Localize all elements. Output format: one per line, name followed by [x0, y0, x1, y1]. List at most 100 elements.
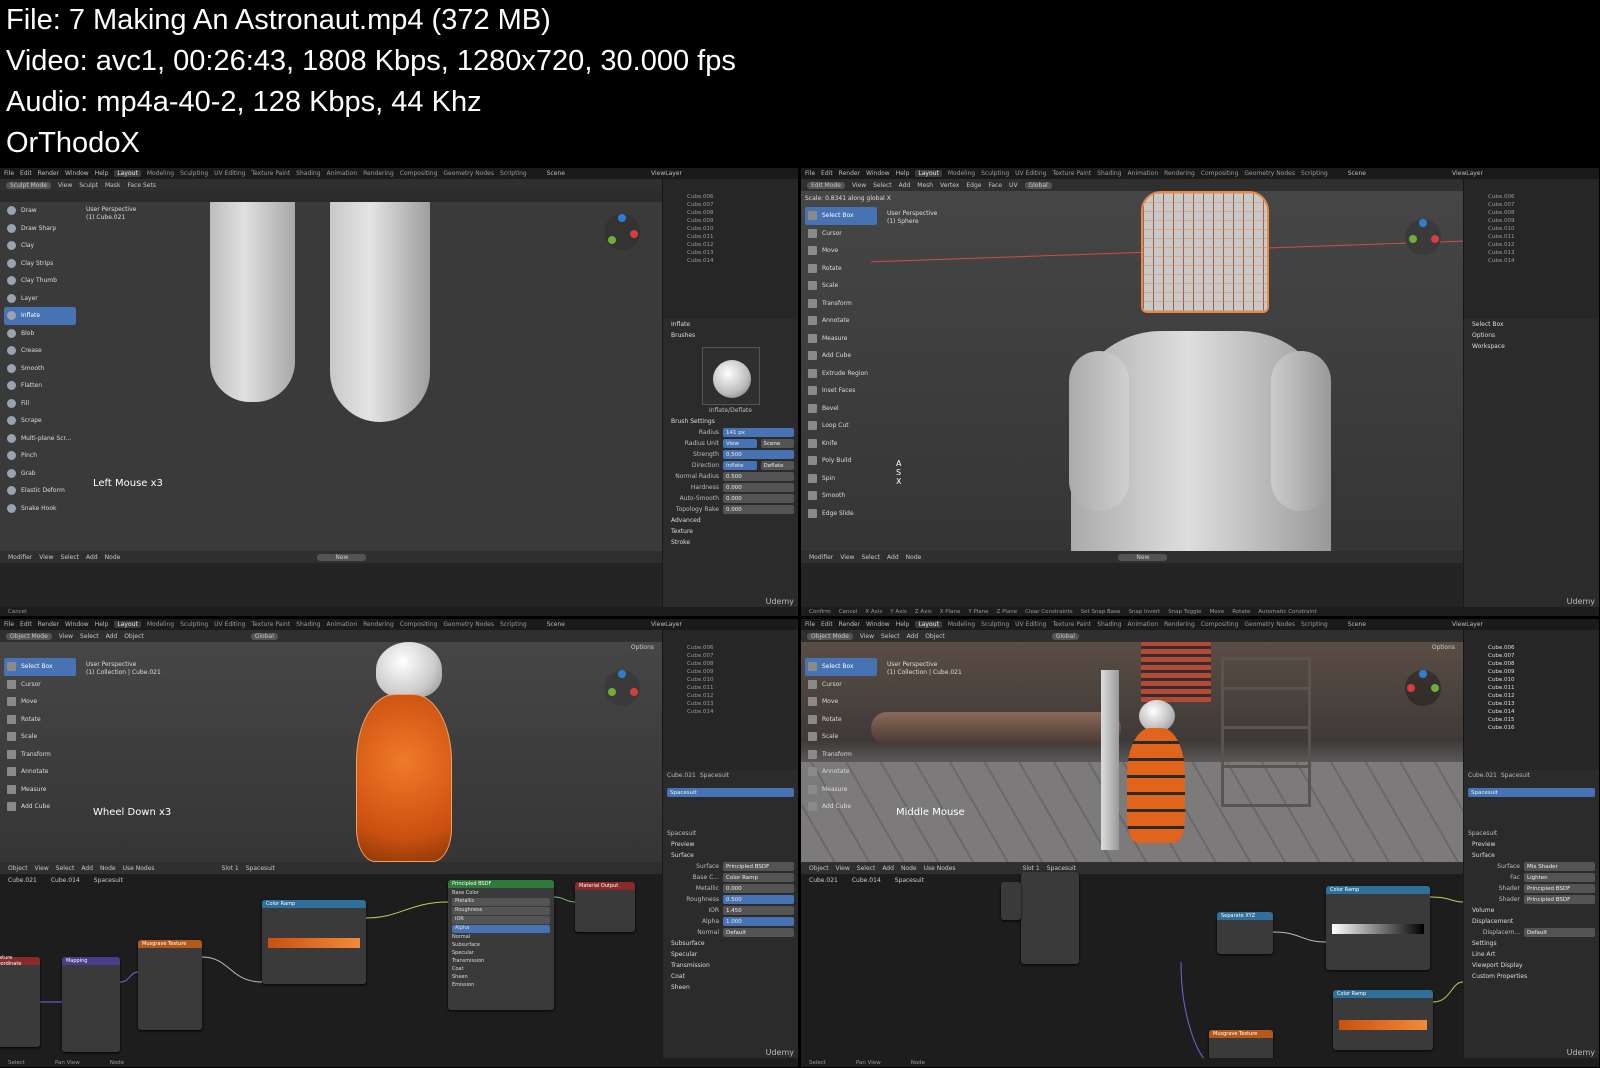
outliner-item[interactable]: Cube.010 [663, 225, 798, 233]
viewlayer-select[interactable]: ViewLayer [1452, 621, 1483, 628]
tool-annotate[interactable]: Annotate [4, 763, 76, 781]
bh-add[interactable]: Add [86, 554, 98, 561]
brush-settings-section[interactable]: Brush Settings [663, 416, 798, 427]
tool-annotate[interactable]: Annotate [805, 312, 877, 330]
workspace-tab[interactable]: Compositing [400, 621, 438, 628]
section-header[interactable]: Transmission [663, 960, 798, 971]
outliner-item[interactable]: Cube.008 [663, 209, 798, 217]
scene-select[interactable]: Scene [547, 170, 565, 177]
transform-orientation[interactable]: Global [1051, 632, 1079, 640]
material-name[interactable]: Spacesuit [667, 830, 696, 837]
tool-blob[interactable]: Blob [4, 325, 76, 343]
outliner-item[interactable]: Cube.008 [1464, 660, 1599, 668]
workspace-tab[interactable]: UV Editing [214, 170, 245, 177]
node-editor[interactable]: Object View Select Add Node Use Nodes Sl… [801, 862, 1463, 1067]
tool-fill[interactable]: Fill [4, 395, 76, 413]
hdr-mask[interactable]: Mask [105, 182, 120, 189]
workspace-tab[interactable]: Animation [1128, 621, 1159, 628]
row-field[interactable]: 1.450 [723, 906, 794, 915]
hdr-add[interactable]: Add [899, 182, 911, 189]
menu-edit[interactable]: Edit [821, 621, 833, 628]
tool-scale[interactable]: Scale [805, 728, 877, 746]
radius-unit-scene[interactable]: Scene [760, 439, 794, 448]
hdr-uv[interactable]: UV [1009, 182, 1018, 189]
workspace-tab[interactable]: UV Editing [1015, 170, 1046, 177]
outliner-item[interactable]: Cube.006 [663, 193, 798, 201]
mode-select[interactable]: Object Mode [6, 632, 52, 640]
viewlayer-select[interactable]: ViewLayer [651, 170, 682, 177]
menu-file[interactable]: File [805, 621, 815, 628]
workspace-tab[interactable]: Sculpting [981, 170, 1009, 177]
outliner-item[interactable]: Cube.006 [663, 644, 798, 652]
surface-shader[interactable]: Mix Shader [1524, 862, 1595, 871]
hdr-add[interactable]: Add [907, 633, 919, 640]
outliner-item[interactable]: Cube.013 [663, 249, 798, 257]
outliner-item[interactable]: Cube.009 [1464, 217, 1599, 225]
tool-rotate[interactable]: Rotate [805, 711, 877, 729]
outliner-item[interactable]: Cube.012 [663, 692, 798, 700]
tool-bevel[interactable]: Bevel [805, 400, 877, 418]
bh-node[interactable]: Node [906, 554, 922, 561]
row-field[interactable]: 0.500 [723, 895, 794, 904]
tool-knife[interactable]: Knife [805, 435, 877, 453]
hdr-select[interactable]: Select [881, 633, 900, 640]
workspace-tab[interactable]: Geometry Nodes [1244, 170, 1295, 177]
tool-inset-faces[interactable]: Inset Faces [805, 382, 877, 400]
tool-transform[interactable]: Transform [4, 746, 76, 764]
tool-extrude-region[interactable]: Extrude Region [805, 365, 877, 383]
section-header[interactable]: Subsurface [663, 938, 798, 949]
setting-field[interactable]: 0.000 [723, 505, 794, 514]
setting-field[interactable]: View [723, 439, 757, 448]
nav-gizmo[interactable] [1403, 668, 1443, 708]
mode-select[interactable]: Sculpt Mode [6, 181, 51, 189]
menu-file[interactable]: File [805, 170, 815, 177]
row-field[interactable]: Principled BSDF [1524, 895, 1595, 904]
node-editor[interactable]: Object View Select Add Node Use Nodes Sl… [0, 862, 662, 1067]
brush-preview[interactable] [701, 347, 760, 405]
options-dropdown[interactable]: Options [631, 644, 654, 651]
workspace-tab[interactable]: Scripting [1301, 170, 1328, 177]
tool-measure[interactable]: Measure [4, 781, 76, 799]
workspace-tab[interactable]: Layout [915, 621, 942, 628]
tool-multi-plane-scr-[interactable]: Multi-plane Scr... [4, 430, 76, 448]
workspace-tab[interactable]: Compositing [400, 170, 438, 177]
viewport[interactable]: Options Select Box Cursor Move Rotate Scale T… [0, 642, 662, 862]
row-field[interactable]: 0.000 [723, 884, 794, 893]
workspace-tab[interactable]: Sculpting [981, 621, 1009, 628]
setting-field[interactable]: 0.500 [723, 450, 794, 459]
workspace-tab[interactable]: Sculpting [180, 170, 208, 177]
tool-snake-hook[interactable]: Snake Hook [4, 500, 76, 518]
outliner-item[interactable]: Cube.010 [1464, 225, 1599, 233]
hdr-mesh[interactable]: Mesh [917, 182, 933, 189]
nav-gizmo[interactable] [602, 212, 642, 252]
tool-move[interactable]: Move [805, 242, 877, 260]
tool-move[interactable]: Move [4, 693, 76, 711]
workspace-section[interactable]: Workspace [1464, 341, 1599, 352]
hdr-view[interactable]: View [860, 633, 874, 640]
row-field[interactable]: Lighten [1524, 873, 1595, 882]
workspace-tab[interactable]: Scripting [500, 621, 527, 628]
scene-select[interactable]: Scene [1348, 170, 1366, 177]
hdr-edge[interactable]: Edge [966, 182, 981, 189]
tool-annotate[interactable]: Annotate [805, 763, 877, 781]
bh-view[interactable]: View [840, 554, 854, 561]
outliner-item[interactable]: Cube.015 [1464, 716, 1599, 724]
options-dropdown[interactable]: Options [1432, 644, 1455, 651]
tool-layer[interactable]: Layer [4, 290, 76, 308]
bh-view[interactable]: View [39, 554, 53, 561]
outliner-item[interactable]: Cube.010 [1464, 676, 1599, 684]
outliner-item[interactable]: Cube.009 [663, 217, 798, 225]
tool-transform[interactable]: Transform [805, 746, 877, 764]
outliner-item[interactable]: Cube.008 [663, 660, 798, 668]
workspace-tab[interactable]: Modeling [147, 170, 174, 177]
outliner-item[interactable]: Cube.007 [1464, 652, 1599, 660]
hdr-face[interactable]: Face [988, 182, 1002, 189]
workspace-tab[interactable]: Animation [327, 621, 358, 628]
bh-modifier[interactable]: Modifier [809, 554, 833, 561]
tool-poly-build[interactable]: Poly Build [805, 452, 877, 470]
tool-rotate[interactable]: Rotate [805, 260, 877, 278]
menu-window[interactable]: Window [866, 621, 890, 628]
nav-gizmo[interactable] [1403, 217, 1443, 257]
tool-measure[interactable]: Measure [805, 781, 877, 799]
outliner-item[interactable]: Cube.007 [1464, 201, 1599, 209]
